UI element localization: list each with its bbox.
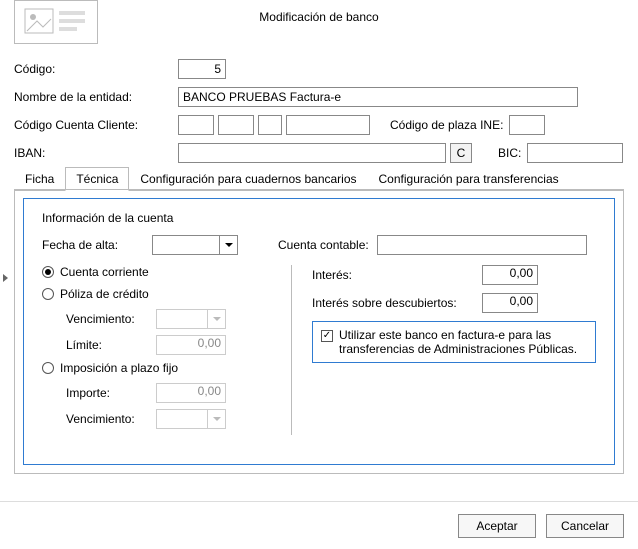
- ccc-input-1[interactable]: [178, 115, 214, 135]
- tab-tecnica[interactable]: Técnica: [65, 167, 129, 191]
- ip-importe-input: 0,00: [156, 383, 226, 403]
- codigo-label: Código:: [14, 62, 178, 76]
- ine-input[interactable]: [509, 115, 545, 135]
- chevron-down-icon: [207, 310, 225, 328]
- bic-label: BIC:: [498, 146, 521, 160]
- nombre-entidad-input[interactable]: [178, 87, 578, 107]
- ip-importe-label: Importe:: [66, 386, 156, 400]
- pc-limite-input: 0,00: [156, 335, 226, 355]
- tab-panel: Información de la cuenta Fecha de alta: …: [14, 189, 624, 474]
- ine-label: Código de plaza INE:: [390, 118, 503, 132]
- interes-descubiertos-label: Interés sobre descubiertos:: [312, 296, 482, 310]
- radio-cuenta-corriente-label: Cuenta corriente: [60, 265, 149, 279]
- radio-cuenta-corriente[interactable]: [42, 266, 54, 278]
- fecha-alta-input[interactable]: [152, 235, 238, 255]
- tab-ficha[interactable]: Ficha: [14, 167, 65, 191]
- radio-imposicion-plazo-label: Imposición a plazo fijo: [60, 361, 178, 375]
- radio-poliza-credito[interactable]: [42, 288, 54, 300]
- cuenta-contable-input[interactable]: [377, 235, 587, 255]
- nombre-label: Nombre de la entidad:: [14, 90, 178, 104]
- tab-bar: Ficha Técnica Configuración para cuadern…: [14, 166, 624, 191]
- interes-label: Interés:: [312, 268, 482, 282]
- chevron-down-icon: [207, 410, 225, 428]
- iban-label: IBAN:: [14, 146, 178, 160]
- ip-vencimiento-input: [156, 409, 226, 429]
- fecha-alta-value: [153, 236, 219, 254]
- iban-input[interactable]: [178, 143, 446, 163]
- facturae-checkbox-label: Utilizar este banco en factura-e para la…: [339, 328, 587, 356]
- ccc-input-2[interactable]: [218, 115, 254, 135]
- codigo-input[interactable]: [178, 59, 226, 79]
- ccc-input-3[interactable]: [258, 115, 282, 135]
- section-title: Información de la cuenta: [42, 211, 596, 225]
- inner-highlight-box: Información de la cuenta Fecha de alta: …: [23, 198, 615, 465]
- pc-limite-label: Límite:: [66, 338, 156, 352]
- ccc-label: Código Cuenta Cliente:: [14, 118, 178, 132]
- cancelar-button[interactable]: Cancelar: [546, 514, 624, 538]
- pc-vencimiento-input: [156, 309, 226, 329]
- ip-vencimiento-label: Vencimiento:: [66, 412, 156, 426]
- interes-input[interactable]: 0,00: [482, 265, 538, 285]
- window-title: Modificación de banco: [0, 10, 638, 24]
- facturae-highlight-box: Utilizar este banco en factura-e para la…: [312, 321, 596, 363]
- expand-chevron-icon[interactable]: [0, 270, 10, 286]
- aceptar-button[interactable]: Aceptar: [458, 514, 536, 538]
- bic-input[interactable]: [527, 143, 623, 163]
- fecha-alta-label: Fecha de alta:: [42, 238, 152, 252]
- pc-vencimiento-label: Vencimiento:: [66, 312, 156, 326]
- interes-descubiertos-input[interactable]: 0,00: [482, 293, 538, 313]
- chevron-down-icon[interactable]: [219, 236, 237, 254]
- facturae-checkbox[interactable]: [321, 330, 333, 342]
- cuenta-contable-label: Cuenta contable:: [278, 238, 369, 252]
- tab-cuadernos[interactable]: Configuración para cuadernos bancarios: [129, 167, 367, 191]
- radio-imposicion-plazo[interactable]: [42, 362, 54, 374]
- tab-transferencias[interactable]: Configuración para transferencias: [368, 167, 570, 191]
- radio-poliza-credito-label: Póliza de crédito: [60, 287, 149, 301]
- iban-calc-button[interactable]: C: [450, 143, 472, 163]
- ccc-input-4[interactable]: [286, 115, 370, 135]
